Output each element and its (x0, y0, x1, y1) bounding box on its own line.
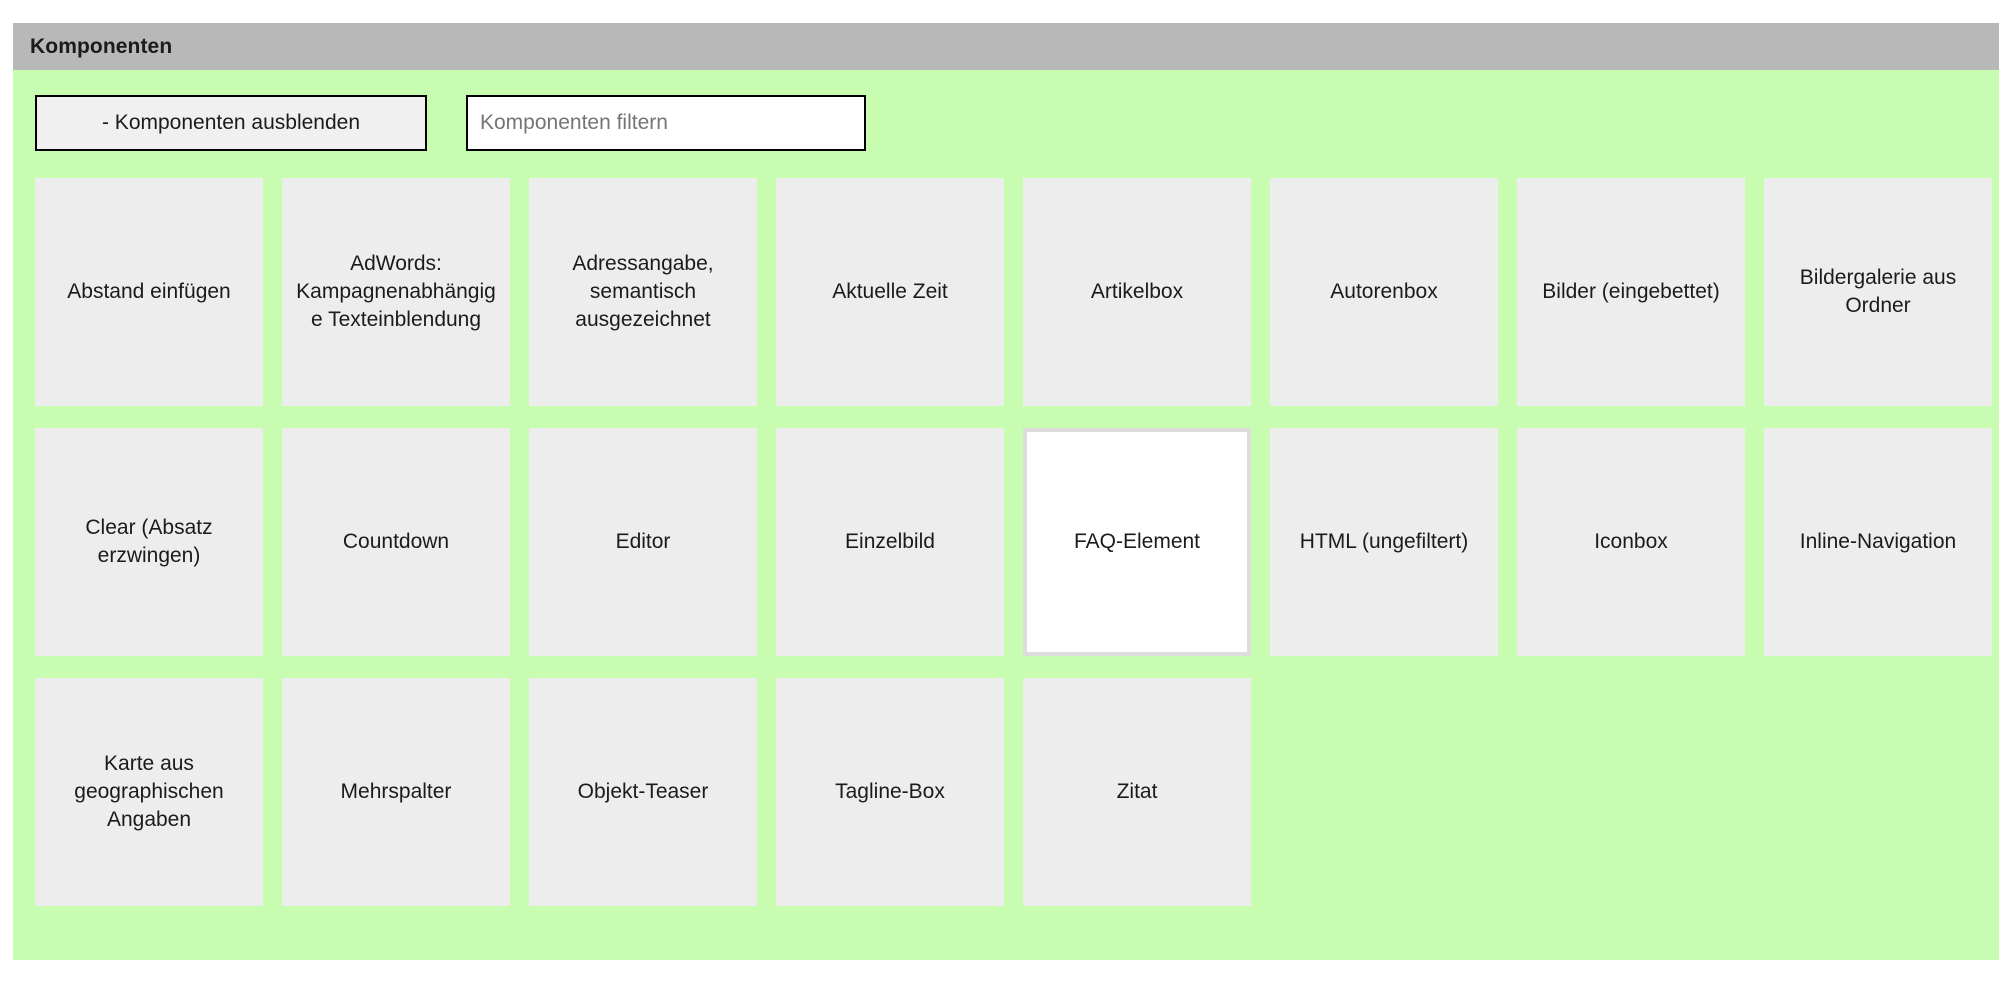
component-tile-label: Adressangabe, semantisch ausgezeichnet (572, 252, 714, 331)
component-tile[interactable]: Bildergalerie aus Ordner (1764, 178, 1992, 406)
components-filter-input[interactable] (466, 95, 866, 151)
component-tile-label: Aktuelle Zeit (832, 280, 948, 304)
components-grid: Abstand einfügen AdWords: Kampagnenabhäng… (13, 178, 1999, 906)
component-tile-label: AdWords: Kampagnenabhängige Texteinblend… (296, 252, 496, 331)
component-tile[interactable]: FAQ-Element (1023, 428, 1251, 656)
component-tile[interactable]: Karte aus geographischen Angaben (35, 678, 263, 906)
component-tile[interactable]: Bilder (eingebettet) (1517, 178, 1745, 406)
komponenten-panel: Komponenten - Komponenten ausblenden Abs… (13, 23, 1999, 960)
components-toolbar: - Komponenten ausblenden (13, 95, 1999, 151)
component-tile[interactable]: Editor (529, 428, 757, 656)
component-tile[interactable]: Zitat (1023, 678, 1251, 906)
component-tile-label: Zitat (1116, 780, 1158, 804)
component-tile[interactable]: Inline-Navigation (1764, 428, 1992, 656)
component-tile-label: Editor (615, 530, 671, 554)
component-tile[interactable]: Aktuelle Zeit (776, 178, 1004, 406)
component-tile-label: Artikelbox (1090, 280, 1184, 304)
component-tile-label: FAQ-Element (1073, 530, 1201, 554)
component-tile-label: Abstand einfügen (67, 280, 231, 304)
component-tile[interactable]: Countdown (282, 428, 510, 656)
component-tile-label: HTML (ungefiltert) (1299, 530, 1469, 554)
panel-header: Komponenten (13, 23, 1999, 70)
component-tile[interactable]: AdWords: Kampagnenabhängige Texteinblend… (282, 178, 510, 406)
component-tile-label: Objekt-Teaser (577, 780, 709, 804)
page-title: Komponenten (30, 34, 173, 58)
component-tile-label: Countdown (342, 530, 450, 554)
component-tile-label: Tagline-Box (835, 780, 945, 804)
component-tile-label: Inline-Navigation (1799, 530, 1957, 554)
component-tile[interactable]: Iconbox (1517, 428, 1745, 656)
component-tile[interactable]: HTML (ungefiltert) (1270, 428, 1498, 656)
component-tile[interactable]: Clear (Absatz erzwingen) (35, 428, 263, 656)
component-tile-label: Clear (Absatz erzwingen) (85, 516, 213, 567)
panel-body: - Komponenten ausblenden Abstand einfüge… (13, 70, 1999, 960)
component-tile-label: Karte aus geographischen Angaben (74, 752, 224, 831)
component-tile[interactable]: Artikelbox (1023, 178, 1251, 406)
component-tile[interactable]: Tagline-Box (776, 678, 1004, 906)
component-tile[interactable]: Abstand einfügen (35, 178, 263, 406)
component-tile[interactable]: Adressangabe, semantisch ausgezeichnet (529, 178, 757, 406)
component-tile[interactable]: Objekt-Teaser (529, 678, 757, 906)
component-tile-label: Mehrspalter (340, 780, 452, 804)
component-tile-label: Bildergalerie aus Ordner (1799, 266, 1957, 317)
component-tile[interactable]: Autorenbox (1270, 178, 1498, 406)
toggle-components-button[interactable]: - Komponenten ausblenden (35, 95, 427, 151)
component-tile-label: Iconbox (1594, 530, 1668, 554)
component-tile[interactable]: Mehrspalter (282, 678, 510, 906)
component-tile-label: Bilder (eingebettet) (1542, 280, 1720, 304)
component-tile-label: Autorenbox (1330, 280, 1438, 304)
component-tile[interactable]: Einzelbild (776, 428, 1004, 656)
component-tile-label: Einzelbild (845, 530, 935, 554)
